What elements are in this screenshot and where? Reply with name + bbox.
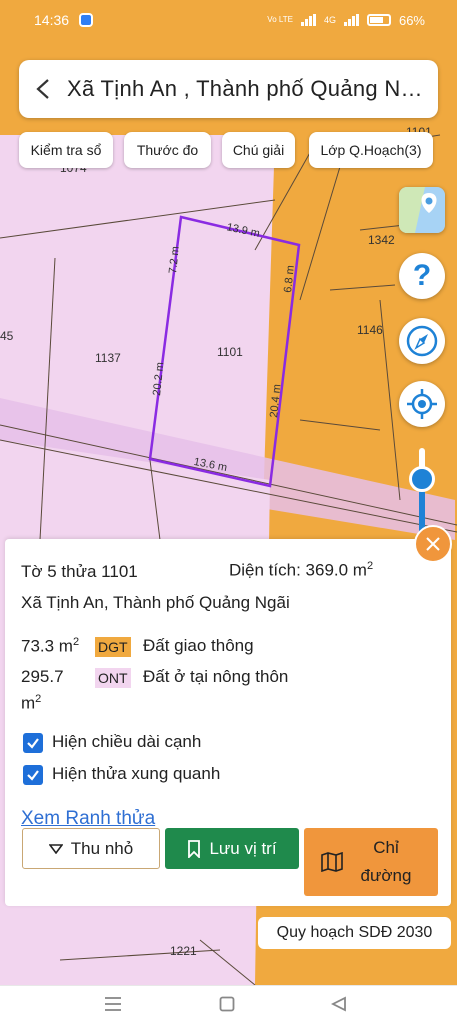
collapse-button[interactable]: Thu nhỏ [22, 828, 160, 869]
home-nav-button[interactable] [219, 996, 235, 1017]
map-type-button[interactable] [399, 187, 445, 233]
menu-icon [105, 997, 121, 1011]
land-use-area-2-sup: 2 [35, 693, 42, 705]
signal-icon [300, 14, 316, 26]
map-icon [321, 852, 343, 872]
show-neighbors-label[interactable]: Hiện thửa xung quanh [52, 764, 220, 784]
chevron-left-icon [36, 79, 49, 99]
page-title: Xã Tịnh An , Thành phố Quảng Ngãi [67, 76, 427, 101]
back-triangle-icon [330, 996, 346, 1012]
menu-nav-button[interactable] [104, 996, 122, 1017]
view-boundary-link[interactable]: Xem Ranh thửa [21, 808, 155, 830]
bookmark-icon [188, 839, 201, 858]
area-total-text: Diện tích: 369.0 m [229, 560, 367, 580]
sheet-parcel-number: Tờ 5 thửa 1101 [21, 562, 138, 581]
land-use-area-1-sup: 2 [72, 636, 80, 648]
status-time: 14:36 [34, 12, 70, 28]
check-book-button[interactable]: Kiểm tra sổ [19, 132, 113, 168]
parcel-label-ne: 1342 [368, 233, 395, 247]
collapse-label: Thu nhỏ [70, 838, 134, 858]
system-nav-bar [0, 985, 457, 1024]
land-use-area-2: 295.7 [21, 667, 64, 686]
save-location-label: Lưu vị trí [209, 838, 277, 858]
land-use-name-2: Đất ở tại nông thôn [143, 667, 289, 686]
status-bar: 14:36 Vo LTE 4G 66% [0, 0, 457, 40]
measure-button[interactable]: Thước đo [124, 132, 211, 168]
parcel-label-south: 1221 [170, 944, 197, 958]
location-header: Xã Tịnh An , Thành phố Quảng Ngãi [19, 60, 438, 118]
land-use-code-dgt: DGT [95, 637, 131, 657]
locate-button[interactable] [399, 381, 445, 427]
compass-icon [406, 325, 438, 357]
close-info-button[interactable] [414, 525, 452, 563]
check-icon [27, 738, 39, 749]
signal-icon-2 [343, 14, 359, 26]
app-notification-icon [79, 13, 94, 27]
land-use-area-1-text: 73.3 m [21, 636, 73, 656]
land-use-area-2-unit: m2 [21, 693, 41, 714]
close-icon [426, 537, 440, 551]
edge-length-right-lower: 20.4 m [268, 384, 283, 419]
directions-label-line2: đường [360, 866, 412, 885]
zoom-slider-track[interactable] [419, 448, 425, 538]
caret-down-icon [48, 843, 63, 854]
question-icon: ? [412, 259, 432, 292]
area-total-sup: 2 [366, 560, 374, 572]
map-layer-icon [399, 187, 445, 233]
land-use-area-2-unit-text: m [21, 693, 36, 713]
save-location-button[interactable]: Lưu vị trí [165, 828, 299, 869]
back-nav-button[interactable] [330, 996, 347, 1017]
help-button[interactable]: ? [399, 253, 445, 299]
legend-button[interactable]: Chú giải [222, 132, 295, 168]
parcel-label-far-west: 45 [0, 329, 14, 343]
home-square-icon [219, 996, 235, 1012]
area-total: Diện tích: 369.0 m2 [229, 560, 373, 581]
check-icon [27, 770, 39, 781]
directions-label-line1: Chỉ [373, 838, 399, 857]
network-type-label: 4G [323, 15, 336, 25]
compass-button[interactable] [399, 318, 445, 364]
land-use-name-1: Đất giao thông [143, 636, 254, 655]
planning-year-label[interactable]: Quy hoạch SDĐ 2030 [258, 917, 451, 949]
location-text: Xã Tịnh An, Thành phố Quảng Ngãi [21, 593, 290, 612]
show-neighbors-checkbox[interactable] [23, 765, 43, 785]
show-edge-lengths-checkbox[interactable] [23, 733, 43, 753]
land-use-code-ont: ONT [95, 668, 131, 688]
back-button[interactable] [19, 60, 67, 118]
battery-percent: 66% [398, 12, 425, 28]
parcel-label-east: 1146 [357, 323, 383, 337]
planning-layer-button[interactable]: Lớp Q.Hoạch(3) [309, 132, 433, 168]
volte-label: Vo LTE [267, 15, 293, 24]
parcel-label-main: 1101 [217, 345, 243, 359]
battery-icon [366, 14, 391, 26]
parcel-info-panel: Tờ 5 thửa 1101 Diện tích: 369.0 m2 Xã Tị… [5, 539, 451, 906]
show-edge-lengths-label[interactable]: Hiện chiều dài cạnh [52, 732, 201, 752]
parcel-label-west: 1137 [95, 351, 121, 365]
locate-icon [407, 389, 437, 419]
land-use-area-1: 73.3 m2 [21, 636, 79, 657]
zoom-slider-handle[interactable] [409, 466, 435, 492]
directions-label: Chỉ đường [351, 834, 421, 890]
directions-button[interactable]: Chỉ đường [304, 828, 438, 896]
